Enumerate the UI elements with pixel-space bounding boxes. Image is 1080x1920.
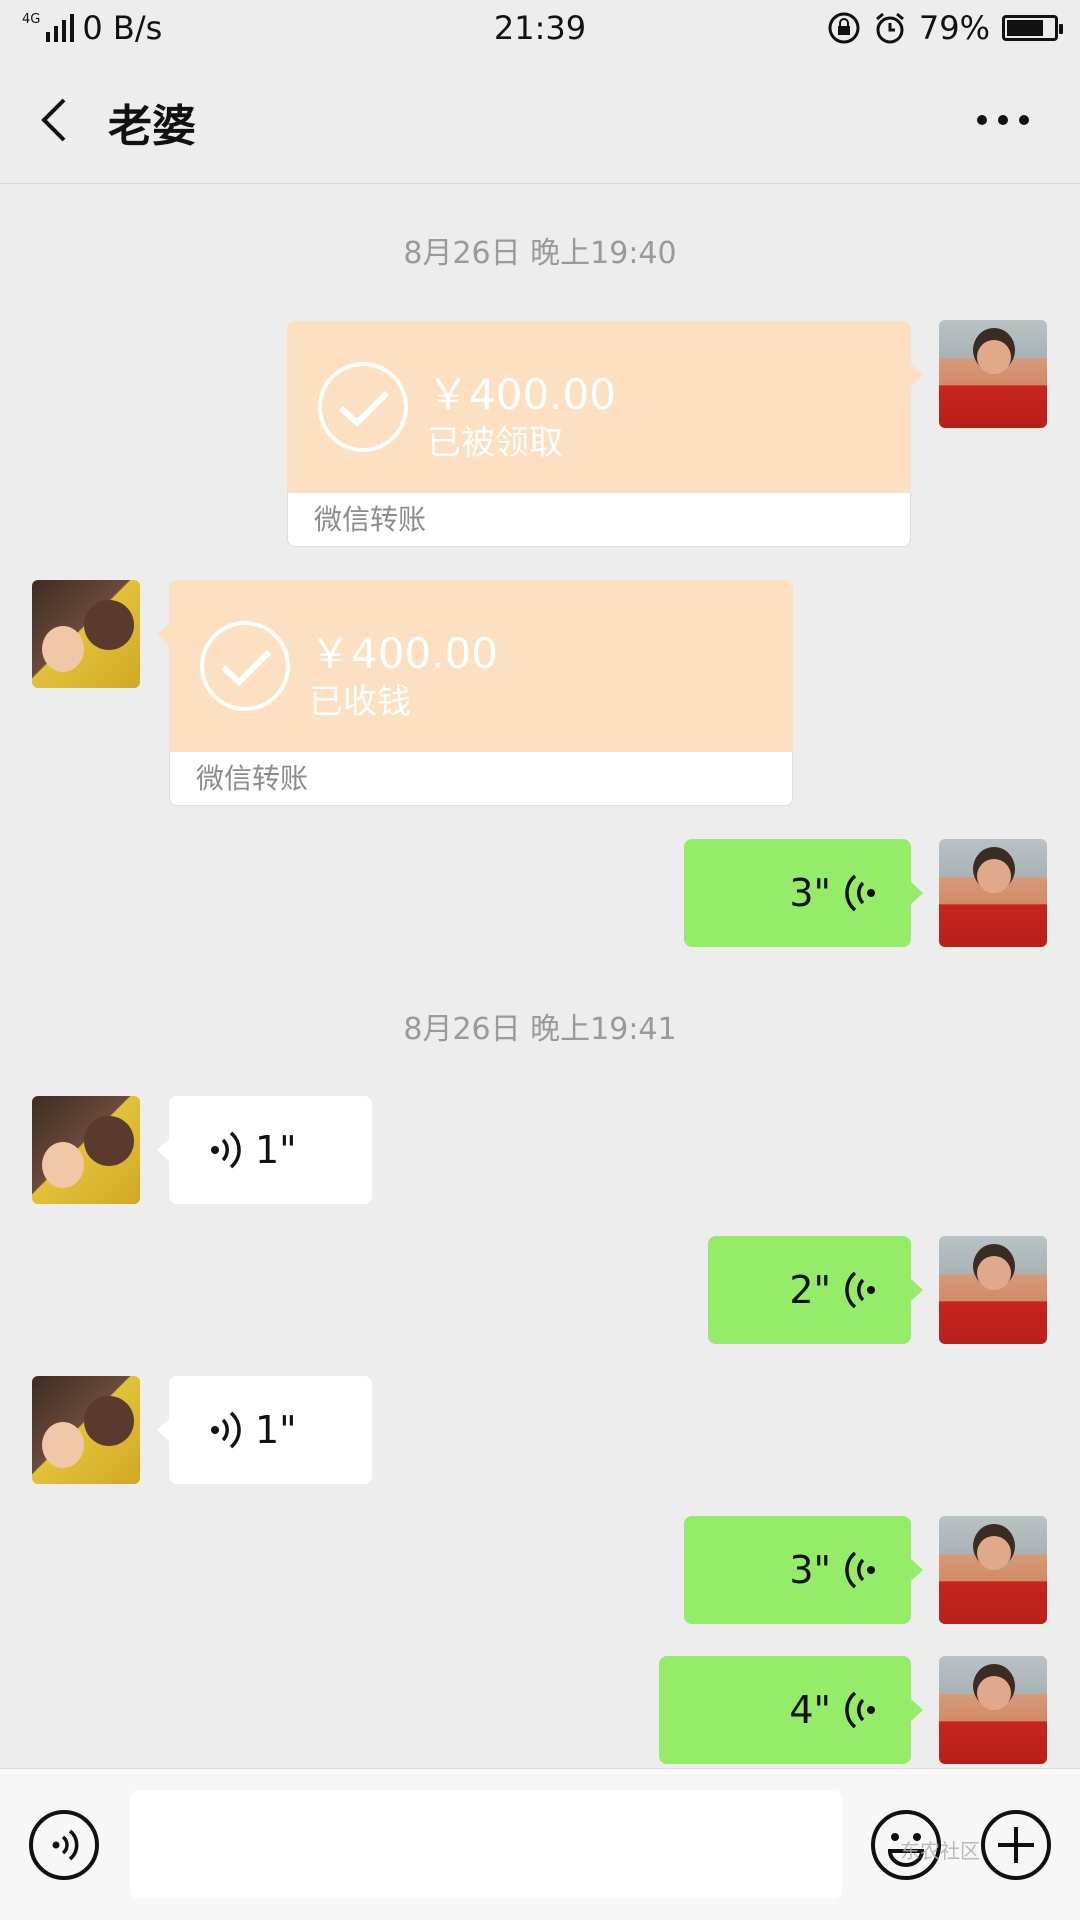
plus-icon[interactable] [980,1809,1052,1881]
voice-message-received[interactable]: 1" [157,1096,372,1204]
alarm-icon [875,12,904,44]
lock-rotation-icon [828,12,860,44]
network-speed: 0 B/s [82,9,163,47]
input-bar: 东农社区 [0,1768,1080,1920]
avatar-self[interactable] [939,839,1047,947]
check-circle-icon [200,621,290,711]
battery-level [1007,20,1044,36]
transfer-status: 已收钱 [309,682,411,722]
transfer-card-sent[interactable]: ￥400.00 已被领取 微信转账 [287,321,923,547]
bubble-tail [157,622,170,646]
voice-mode-icon[interactable] [28,1809,100,1881]
voice-message-sent[interactable]: 2" [708,1236,923,1344]
status-left: 4G 0 B/s [22,9,382,47]
battery-percent: 79% [918,9,990,47]
status-bar: 4G 0 B/s 21:39 79% [0,0,1080,56]
transfer-card-received[interactable]: ￥400.00 已收钱 微信转账 [157,580,793,806]
network-type: 4G [22,11,41,27]
voice-duration: 2" [789,1268,831,1312]
voice-duration: 1" [255,1128,297,1172]
transfer-footer: 微信转账 [287,493,911,547]
avatar-self[interactable] [939,1656,1047,1764]
voice-wave-icon [845,1271,875,1309]
voice-wave-icon [845,1691,875,1729]
voice-wave-icon [845,1551,875,1589]
message-timestamp: 8月26日 晚上19:41 [403,1012,677,1047]
watermark: 东农社区 [900,1839,980,1863]
voice-message-sent[interactable]: 3" [684,839,923,947]
voice-wave-icon [845,874,875,912]
back-arrow-icon[interactable] [34,96,78,144]
check-circle-icon [318,362,408,452]
avatar-contact[interactable] [32,1376,140,1484]
transfer-status: 已被领取 [427,423,563,463]
avatar-self[interactable] [939,1516,1047,1624]
message-timestamp: 8月26日 晚上19:40 [403,236,677,271]
voice-duration: 3" [789,871,831,915]
transfer-card-body: ￥400.00 已被领取 [287,321,923,493]
avatar-self[interactable] [939,320,1047,428]
transfer-amount: ￥400.00 [427,370,616,419]
voice-wave-icon [211,1411,241,1449]
more-icon[interactable] [976,108,1030,132]
status-right: 79% [698,9,1063,47]
avatar-self[interactable] [939,1236,1047,1344]
voice-message-sent[interactable]: 3" [684,1516,923,1624]
transfer-amount: ￥400.00 [309,629,498,678]
avatar-contact[interactable] [32,580,140,688]
avatar-contact[interactable] [32,1096,140,1204]
bubble-tail [910,363,923,387]
transfer-card-body: ￥400.00 已收钱 [157,580,793,752]
status-time: 21:39 [493,9,587,47]
chat-header: 老婆 [0,56,1080,184]
battery-icon [1002,15,1063,41]
voice-duration: 3" [789,1548,831,1592]
voice-duration: 4" [789,1688,831,1732]
voice-wave-icon [211,1131,241,1169]
voice-message-sent[interactable]: 4" [659,1656,923,1764]
transfer-footer: 微信转账 [169,752,793,806]
voice-message-received[interactable]: 1" [157,1376,372,1484]
signal-icon [46,14,75,42]
chat-title: 老婆 [108,101,196,152]
message-input[interactable] [130,1791,842,1899]
voice-duration: 1" [255,1408,297,1452]
